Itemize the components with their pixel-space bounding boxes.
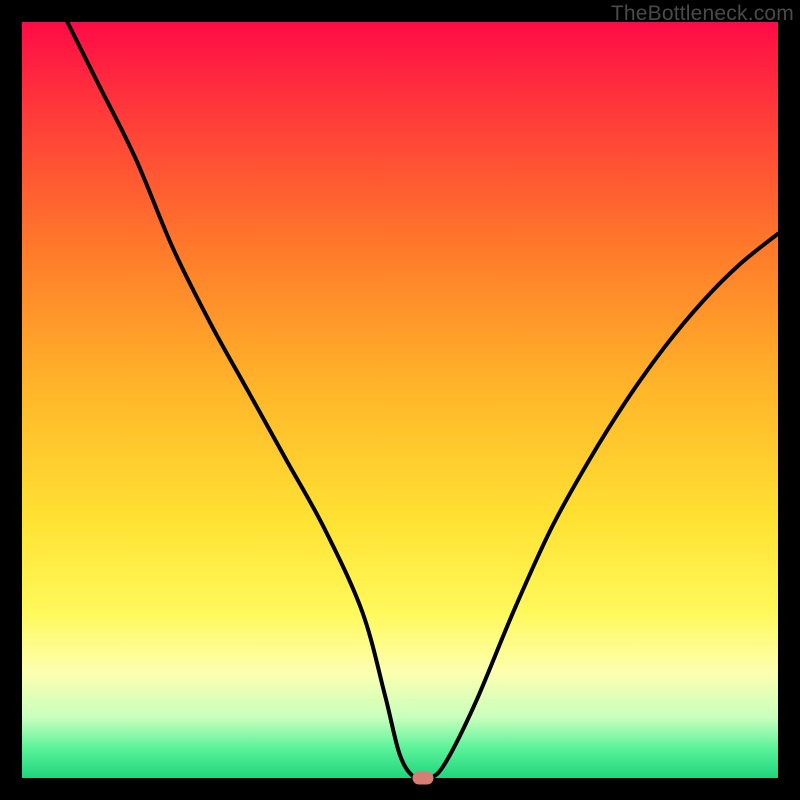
plot-area bbox=[22, 22, 778, 778]
minimum-marker bbox=[412, 772, 433, 785]
chart-frame: TheBottleneck.com bbox=[0, 0, 800, 800]
watermark-text: TheBottleneck.com bbox=[611, 2, 794, 26]
